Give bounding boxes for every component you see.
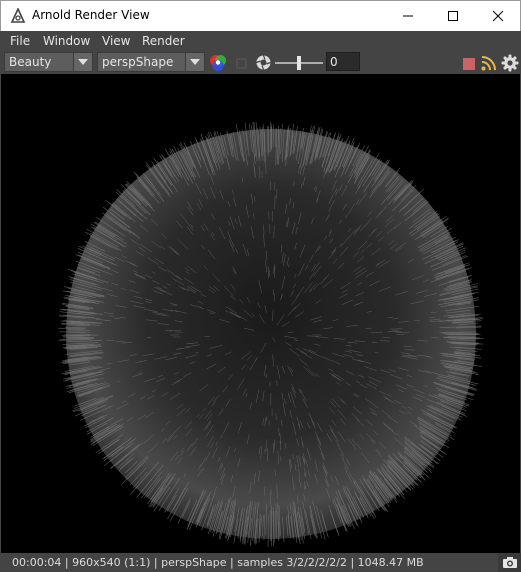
snapshot-button[interactable]	[498, 553, 521, 572]
camera-dropdown[interactable]: perspShape	[97, 52, 205, 72]
rgb-channels-icon[interactable]	[208, 53, 228, 73]
exposure-slider[interactable]	[273, 53, 325, 72]
aov-dropdown-value: Beauty	[9, 55, 52, 69]
render-viewport[interactable]	[1, 74, 520, 553]
maximize-icon	[448, 11, 458, 21]
aov-dropdown[interactable]: Beauty	[4, 52, 93, 72]
close-icon	[492, 10, 504, 22]
status-bar: 00:00:04 | 960x540 (1:1) | perspShape | …	[0, 553, 521, 572]
exposure-slider-thumb[interactable]	[297, 56, 301, 70]
menu-bar: File Window View Render	[0, 31, 521, 51]
chevron-down-icon	[78, 59, 88, 65]
minimize-icon	[403, 15, 413, 17]
menu-file[interactable]: File	[10, 34, 30, 48]
toolbar: Beauty perspShape 0	[0, 51, 521, 74]
stop-icon[interactable]	[463, 58, 475, 70]
close-button[interactable]	[475, 1, 521, 31]
region-icon[interactable]	[236, 58, 247, 69]
menu-view[interactable]: View	[102, 34, 130, 48]
status-text: 00:00:04 | 960x540 (1:1) | perspShape | …	[12, 556, 424, 569]
ipr-icon[interactable]	[480, 54, 498, 72]
title-bar: Arnold Render View	[0, 0, 521, 31]
menu-render[interactable]: Render	[142, 34, 185, 48]
gear-icon[interactable]	[501, 54, 519, 72]
camera-dropdown-arrow[interactable]	[185, 53, 204, 71]
aov-dropdown-arrow[interactable]	[73, 53, 92, 71]
minimize-button[interactable]	[385, 1, 431, 31]
exposure-field[interactable]: 0	[326, 52, 360, 71]
maximize-button[interactable]	[430, 1, 476, 31]
menu-window[interactable]: Window	[43, 34, 90, 48]
camera-dropdown-value: perspShape	[102, 55, 174, 69]
window-title: Arnold Render View	[32, 8, 150, 22]
arnold-logo-icon	[10, 8, 26, 23]
render-image	[58, 121, 484, 548]
aperture-icon[interactable]	[255, 54, 272, 71]
chevron-down-icon	[190, 59, 200, 65]
camera-icon	[502, 557, 517, 568]
